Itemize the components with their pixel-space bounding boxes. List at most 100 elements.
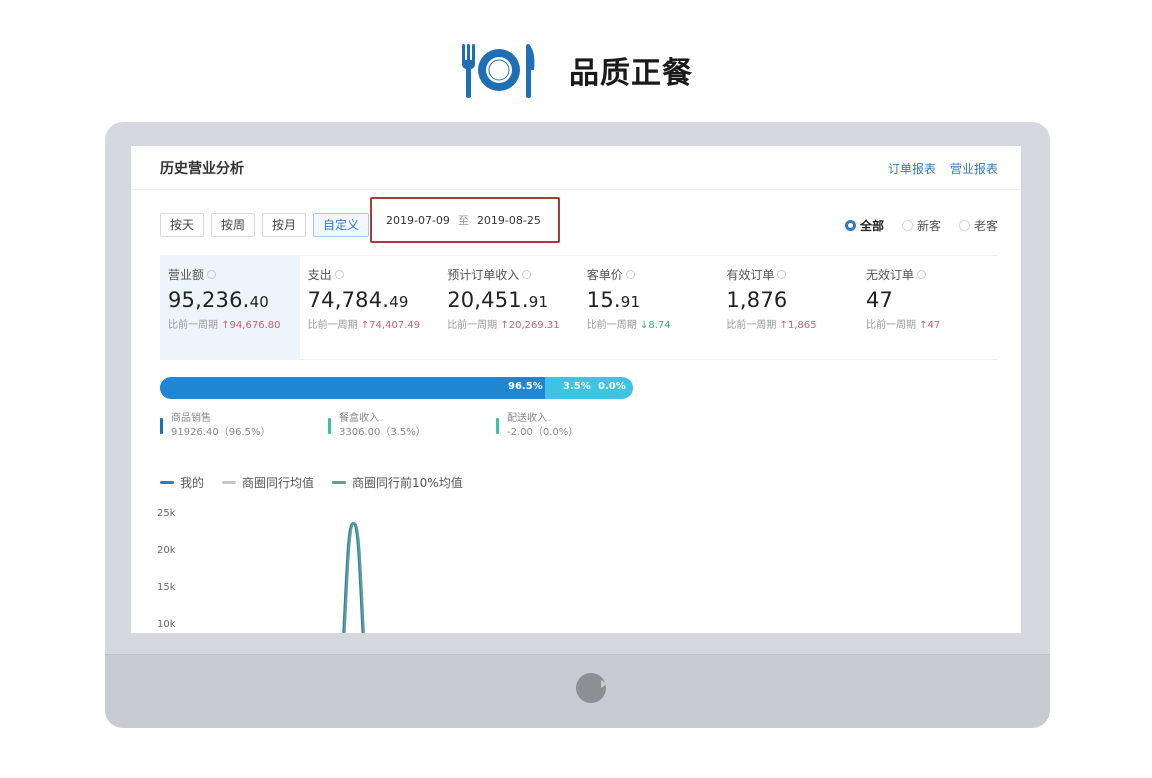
filter-all-radio[interactable]: 全部	[844, 217, 884, 234]
filter-new-label: 新客	[916, 219, 941, 233]
kpi-label-wrap: 营业额	[168, 266, 300, 283]
screen-header: 历史营业分析 订单报表 营业报表	[131, 146, 1021, 190]
kpi-compare: 比前一周期 ↑1,865	[726, 316, 858, 331]
series-group	[342, 521, 365, 633]
kpi-compare-value: 8.74	[648, 320, 671, 331]
kpi-compare: 比前一周期 ↓8.74	[587, 316, 719, 331]
kpi-label-wrap: 无效订单	[866, 266, 998, 283]
revenue-line-chart: 25k 20k 15k 10k	[157, 508, 365, 633]
kpi-label-wrap: 有效订单	[726, 266, 858, 283]
info-icon[interactable]	[334, 270, 344, 279]
legend-line	[160, 481, 174, 484]
info-icon[interactable]	[916, 270, 926, 279]
kpi-card-invalid-orders[interactable]: 无效订单 47 比前一周期 ↑47	[858, 256, 998, 360]
segment-label-delivery: 0.0%	[598, 381, 626, 392]
revenue-split-legend: 商品销售 91926.40（96.5%） 餐盒收入 3306.00（3.5%） …	[160, 412, 664, 440]
legend-marker	[160, 418, 163, 434]
brand-header: 品质正餐	[0, 38, 1152, 102]
kpi-compare: 比前一周期 ↑74,407.49	[308, 316, 440, 331]
radio-unchecked-icon	[958, 220, 970, 231]
kpi-compare: 比前一周期 ↑94,676.80	[168, 316, 300, 331]
kpi-compare-value: 47	[927, 320, 941, 331]
kpi-value-dec: 49	[389, 293, 409, 311]
kpi-value-dec: 40	[249, 293, 270, 311]
split-item-text: 配送收入 -2.00（0.0%）	[507, 412, 578, 440]
kpi-compare-value: 74,407.49	[369, 320, 421, 331]
split-item-name: 配送收入	[507, 413, 547, 424]
kpi-card-avg-order[interactable]: 客单价 15.91 比前一周期 ↓8.74	[579, 256, 719, 360]
kpi-compare-label: 比前一周期	[307, 320, 358, 331]
kpi-compare-value: 1,865	[787, 320, 817, 331]
legend-item-avg[interactable]: 商圈同行均值	[222, 474, 314, 491]
y-tick-label: 20k	[157, 545, 176, 556]
radio-checked-icon	[844, 220, 856, 231]
split-item-value: 91926.40（96.5%）	[171, 427, 271, 438]
info-icon[interactable]	[207, 270, 217, 279]
monitor-chin	[105, 654, 1050, 728]
kpi-card-expense[interactable]: 支出 74,784.49 比前一周期 ↑74,407.49	[300, 256, 440, 360]
date-range-picker[interactable]: 2019-07-09 至 2019-08-25	[370, 197, 560, 243]
kpi-value: 95,236.40	[168, 288, 300, 312]
period-month-button[interactable]: 按月	[262, 213, 307, 237]
period-week-button[interactable]: 按周	[211, 213, 256, 237]
split-item-box: 餐盒收入 3306.00（3.5%）	[328, 412, 496, 440]
kpi-compare-value: 20,269.31	[508, 320, 560, 331]
kpi-label: 客单价	[586, 268, 623, 282]
kpi-value-dec: 91	[620, 293, 641, 311]
kpi-card-valid-orders[interactable]: 有效订单 1,876 比前一周期 ↑1,865	[718, 256, 858, 360]
filter-new-radio[interactable]: 新客	[901, 217, 941, 234]
date-start[interactable]: 2019-07-09	[386, 214, 450, 227]
arrow-up-icon: ↑	[779, 320, 788, 331]
legend-label: 我的	[180, 476, 205, 490]
kpi-card-revenue[interactable]: 营业额 95,236.40 比前一周期 ↑94,676.80	[160, 256, 300, 360]
split-item-value: -2.00（0.0%）	[507, 427, 579, 438]
period-day-button[interactable]: 按天	[160, 213, 205, 237]
info-icon[interactable]	[522, 270, 532, 279]
kpi-value-int: 74,784.	[307, 288, 390, 312]
filter-all-label: 全部	[859, 219, 884, 233]
split-item-value: 3306.00（3.5%）	[339, 427, 426, 438]
filter-returning-radio[interactable]: 老客	[958, 217, 998, 234]
kpi-label: 营业额	[168, 268, 205, 282]
arrow-up-icon: ↑	[360, 320, 370, 331]
split-item-text: 餐盒收入 3306.00（3.5%）	[339, 412, 426, 440]
kpi-compare-label: 比前一周期	[586, 320, 637, 331]
business-report-link[interactable]: 营业报表	[950, 160, 998, 177]
legend-item-mine[interactable]: 我的	[160, 474, 204, 491]
segment-label-box: 3.5%	[563, 381, 591, 392]
legend-marker	[328, 418, 331, 434]
kpi-value: 15.91	[587, 288, 719, 312]
kpi-label-wrap: 预计订单收入	[447, 266, 579, 283]
kpi-value-int: 15.	[586, 288, 621, 312]
order-report-link[interactable]: 订单报表	[888, 160, 936, 177]
kpi-label: 支出	[307, 268, 332, 282]
kpi-value-int: 95,236.	[168, 288, 250, 312]
plate-fork-knife-icon	[462, 44, 535, 98]
page-title: 历史营业分析	[160, 161, 244, 177]
legend-label: 商圈同行前10%均值	[352, 476, 463, 490]
date-end[interactable]: 2019-08-25	[477, 214, 541, 227]
revenue-split-bar[interactable]: 96.5% 3.5% 0.0%	[160, 377, 633, 399]
period-custom-button[interactable]: 自定义	[313, 213, 370, 237]
legend-marker	[496, 418, 499, 434]
info-icon[interactable]	[777, 270, 787, 279]
split-item-delivery: 配送收入 -2.00（0.0%）	[496, 412, 664, 440]
arrow-up-icon: ↑	[221, 320, 230, 331]
kpi-compare-label: 比前一周期	[865, 320, 916, 331]
info-icon[interactable]	[625, 270, 635, 279]
report-links: 订单报表 营业报表	[888, 160, 998, 177]
segment-label-goods: 96.5%	[508, 381, 543, 392]
kpi-label: 有效订单	[726, 268, 775, 282]
kpi-cards: 营业额 95,236.40 比前一周期 ↑94,676.80 支出 74,784…	[160, 255, 998, 360]
kpi-card-expected-income[interactable]: 预计订单收入 20,451.91 比前一周期 ↑20,269.31	[439, 256, 579, 360]
period-selector: 按天 按周 按月 自定义	[160, 213, 370, 237]
split-item-goods: 商品销售 91926.40（96.5%）	[160, 412, 328, 440]
page: 品质正餐 历史营业分析 订单报表 营业报表 按天 按周 按月 自定义 2019-…	[0, 0, 1152, 778]
split-item-name: 餐盒收入	[339, 413, 379, 424]
y-tick-label: 25k	[157, 508, 176, 519]
apple-logo-icon	[576, 673, 607, 703]
legend-item-top10[interactable]: 商圈同行前10%均值	[332, 474, 463, 491]
kpi-value: 20,451.91	[447, 288, 579, 312]
kpi-compare-label: 比前一周期	[726, 320, 777, 331]
y-tick-label: 15k	[157, 582, 176, 593]
